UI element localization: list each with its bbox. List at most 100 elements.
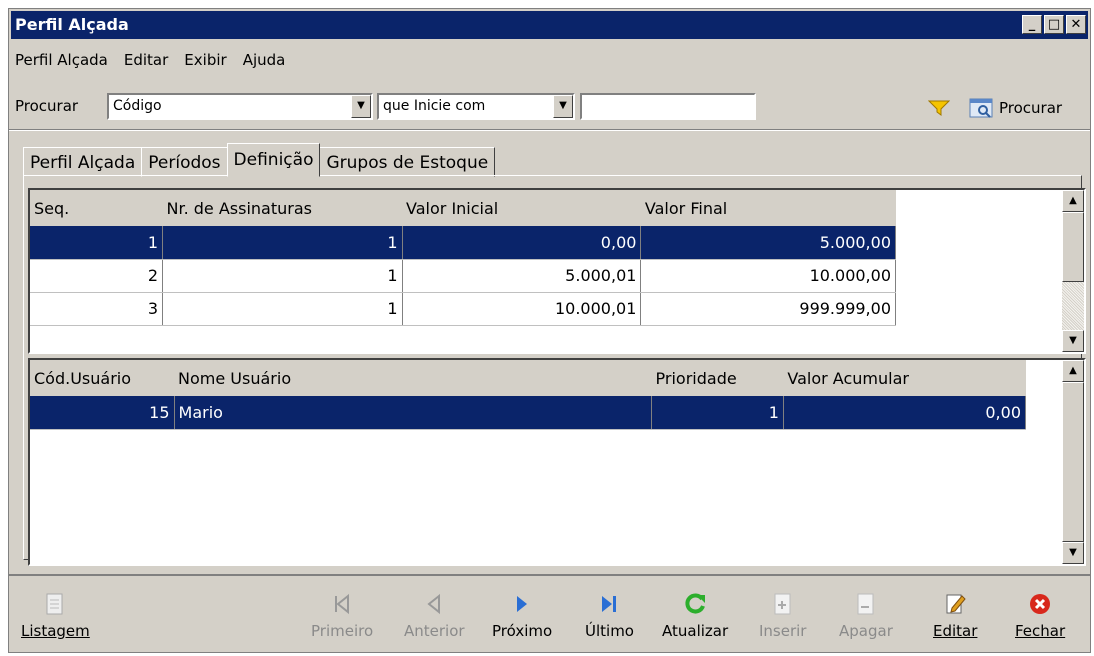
users-grid[interactable]: Cód.Usuário Nome Usuário Prioridade Valo… (28, 358, 1086, 566)
tab-grupos-de-estoque[interactable]: Grupos de Estoque (319, 147, 496, 177)
atualizar-button[interactable]: Atualizar (662, 592, 728, 640)
table-row[interactable]: 1 1 0,00 5.000,00 (30, 226, 896, 260)
previous-record-icon (422, 592, 446, 616)
refresh-icon (683, 592, 707, 616)
column-header[interactable]: Prioridade (651, 360, 784, 396)
search-field-select[interactable]: Código ▼ (107, 93, 373, 120)
main-window: Perfil Alçada _ □ ✕ Perfil Alçada Editar… (8, 8, 1091, 653)
listagem-button[interactable]: Listagem (21, 592, 90, 640)
table-cell[interactable]: 15 (30, 396, 175, 430)
separator (9, 129, 1090, 131)
search-bar: Procurar Código ▼ que Inicie com ▼ Procu… (9, 89, 1090, 123)
apagar-label: Apagar (839, 622, 893, 640)
primeiro-button[interactable]: Primeiro (311, 592, 373, 640)
inserir-button[interactable]: Inserir (759, 592, 806, 640)
tab-perfil-alcada[interactable]: Perfil Alçada (23, 147, 143, 177)
anterior-button[interactable]: Anterior (404, 592, 465, 640)
editar-button[interactable]: Editar (933, 592, 977, 640)
table-cell[interactable]: 5.000,00 (640, 226, 896, 260)
procurar-button[interactable]: Procurar (969, 97, 1062, 119)
definition-grid[interactable]: Seq. Nr. de Assinaturas Valor Inicial Va… (28, 188, 1086, 354)
bottom-toolbar: Listagem Primeiro Anterior Próximo Últim… (9, 574, 1090, 654)
menu-bar: Perfil Alçada Editar Exibir Ajuda (15, 51, 285, 69)
window-controls: _ □ ✕ (1022, 15, 1086, 34)
menu-ajuda[interactable]: Ajuda (243, 51, 286, 69)
scroll-up-icon[interactable]: ▲ (1062, 360, 1084, 382)
table-cell[interactable]: 5.000,01 (402, 259, 642, 293)
column-header[interactable]: Valor Final (640, 190, 896, 226)
table-cell[interactable]: 0,00 (402, 226, 642, 260)
grid-header: Cód.Usuário Nome Usuário Prioridade Valo… (30, 360, 1026, 396)
grid-header: Seq. Nr. de Assinaturas Valor Inicial Va… (30, 190, 896, 226)
table-cell[interactable]: 1 (30, 226, 164, 260)
insert-icon (771, 592, 795, 616)
scroll-thumb[interactable] (1062, 382, 1084, 542)
dropdown-arrow-icon[interactable]: ▼ (553, 95, 573, 118)
maximize-button[interactable]: □ (1044, 15, 1064, 34)
close-icon (1028, 592, 1052, 616)
close-window-button[interactable]: ✕ (1066, 15, 1086, 34)
window-title: Perfil Alçada (15, 15, 129, 34)
table-row[interactable]: 2 1 5.000,01 10.000,00 (30, 259, 896, 293)
table-cell[interactable]: 10.000,01 (402, 292, 642, 326)
table-cell[interactable]: 3 (30, 292, 164, 326)
tab-definicao[interactable]: Definição (226, 143, 321, 177)
search-input[interactable] (580, 93, 756, 120)
scroll-down-icon[interactable]: ▼ (1062, 542, 1084, 564)
column-header[interactable]: Nome Usuário (174, 360, 652, 396)
listagem-label: Listagem (21, 622, 90, 640)
last-record-icon (597, 592, 621, 616)
table-cell[interactable]: 1 (162, 259, 403, 293)
column-header[interactable]: Cód.Usuário (30, 360, 175, 396)
table-cell[interactable]: 2 (30, 259, 164, 293)
menu-exibir[interactable]: Exibir (184, 51, 226, 69)
proximo-button[interactable]: Próximo (492, 592, 552, 640)
proximo-label: Próximo (492, 622, 553, 640)
table-cell[interactable]: Mario (174, 396, 653, 430)
first-record-icon (330, 592, 354, 616)
next-record-icon (510, 592, 534, 616)
table-cell[interactable]: 10.000,00 (640, 259, 896, 293)
column-header[interactable]: Nr. de Assinaturas (162, 190, 403, 226)
atualizar-label: Atualizar (662, 622, 729, 640)
table-cell[interactable]: 1 (162, 292, 403, 326)
title-bar[interactable]: Perfil Alçada _ □ ✕ (11, 11, 1088, 39)
tab-periodos[interactable]: Períodos (141, 147, 228, 177)
table-cell[interactable]: 0,00 (783, 396, 1027, 430)
apagar-button[interactable]: Apagar (839, 592, 893, 640)
delete-icon (854, 592, 878, 616)
primeiro-label: Primeiro (311, 622, 374, 640)
editar-label: Editar (933, 622, 978, 640)
scroll-down-icon[interactable]: ▼ (1062, 330, 1084, 352)
search-mode-select[interactable]: que Inicie com ▼ (377, 93, 575, 120)
vertical-scrollbar[interactable]: ▲ ▼ (1062, 190, 1084, 352)
vertical-scrollbar[interactable]: ▲ ▼ (1062, 360, 1084, 564)
tab-strip: Perfil Alçada Períodos Definição Grupos … (23, 143, 496, 177)
table-cell[interactable]: 1 (651, 396, 784, 430)
menu-editar[interactable]: Editar (124, 51, 168, 69)
column-header[interactable]: Valor Inicial (402, 190, 641, 226)
fechar-label: Fechar (1015, 622, 1066, 640)
filter-icon[interactable] (928, 99, 950, 117)
edit-icon (943, 592, 967, 616)
table-cell[interactable]: 1 (162, 226, 403, 260)
table-cell[interactable]: 999.999,00 (640, 292, 896, 326)
anterior-label: Anterior (404, 622, 465, 640)
ultimo-label: Último (585, 622, 634, 640)
inserir-label: Inserir (759, 622, 807, 640)
search-mode-value: que Inicie com (383, 98, 486, 114)
scroll-up-icon[interactable]: ▲ (1062, 190, 1084, 212)
table-row[interactable]: 3 1 10.000,01 999.999,00 (30, 292, 896, 326)
table-row[interactable]: 15 Mario 1 0,00 (30, 396, 1027, 430)
scroll-thumb[interactable] (1062, 212, 1084, 282)
fechar-button[interactable]: Fechar (1015, 592, 1065, 640)
column-header[interactable]: Valor Acumular (783, 360, 1026, 396)
dropdown-arrow-icon[interactable]: ▼ (351, 95, 371, 118)
minimize-button[interactable]: _ (1022, 15, 1042, 34)
search-window-icon (969, 98, 993, 118)
procurar-button-label: Procurar (999, 99, 1063, 117)
column-header[interactable]: Seq. (30, 190, 163, 226)
menu-perfil-alcada[interactable]: Perfil Alçada (15, 51, 108, 69)
search-label: Procurar (15, 97, 79, 115)
ultimo-button[interactable]: Último (585, 592, 634, 640)
